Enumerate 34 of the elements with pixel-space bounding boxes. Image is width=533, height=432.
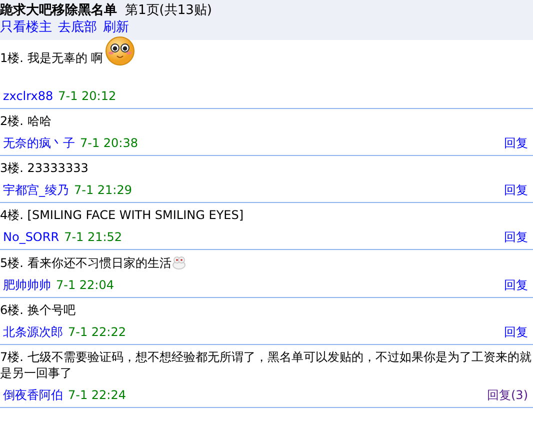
post-text: 1楼. 我是无辜的 啊 [0,51,104,65]
post-time: 7-1 21:52 [64,230,122,244]
nav-link-text[interactable]: 刷新 [103,20,129,35]
post-text: 7楼. 七级不需要验证码，想不想经验都无所谓了，黑名单可以发贴的，不过如果你是为了工资来的就是另一回事了 [0,350,532,380]
bunny-icon [171,254,188,270]
reply-link[interactable]: 回复 [504,277,528,293]
post-text: 6楼. 换个号吧 [0,303,76,317]
author-link[interactable]: zxclrx88 [3,89,54,103]
reply-link[interactable]: 回复 [504,182,528,198]
post-time: 7-1 22:24 [68,388,126,402]
post-text: 4楼. [SMILING FACE WITH SMILING EYES] [0,208,244,222]
nav-link-text[interactable]: 只看楼主 [0,20,52,35]
post-text: 5楼. 看来你还不习惯日家的生活 [0,256,172,270]
post-text: 3楼. 23333333 [0,161,88,175]
post-text: 2楼. 哈哈 [0,114,52,128]
author-link[interactable]: 无奈的疯丶子 [3,136,75,150]
smiley-face-icon [105,36,136,66]
thread-title: 跪求大吧移除黑名单 [0,3,117,18]
author-link[interactable]: 倒夜香阿伯 [3,388,63,402]
reply-link[interactable]: 回复(3) [487,387,528,403]
reply-link[interactable]: 回复 [504,135,528,151]
post-time: 7-1 20:12 [58,89,116,103]
author-link[interactable]: 北条源次郎 [3,325,63,339]
reply-link[interactable]: 回复 [504,229,528,245]
author-link[interactable]: 宇都宫_绫乃 [3,183,69,197]
post-time: 7-1 22:22 [68,325,126,339]
author-link[interactable]: 肥帅帅帅 [3,278,51,292]
reply-link[interactable]: 回复 [504,324,528,340]
post-time: 7-1 21:29 [74,183,132,197]
post-time: 7-1 22:04 [56,278,114,292]
author-link[interactable]: No_SORR [3,230,60,244]
page-info: 第1页(共13贴) [125,3,212,18]
nav-link-text[interactable]: 去底部 [58,20,97,35]
post-time: 7-1 20:38 [80,136,138,150]
